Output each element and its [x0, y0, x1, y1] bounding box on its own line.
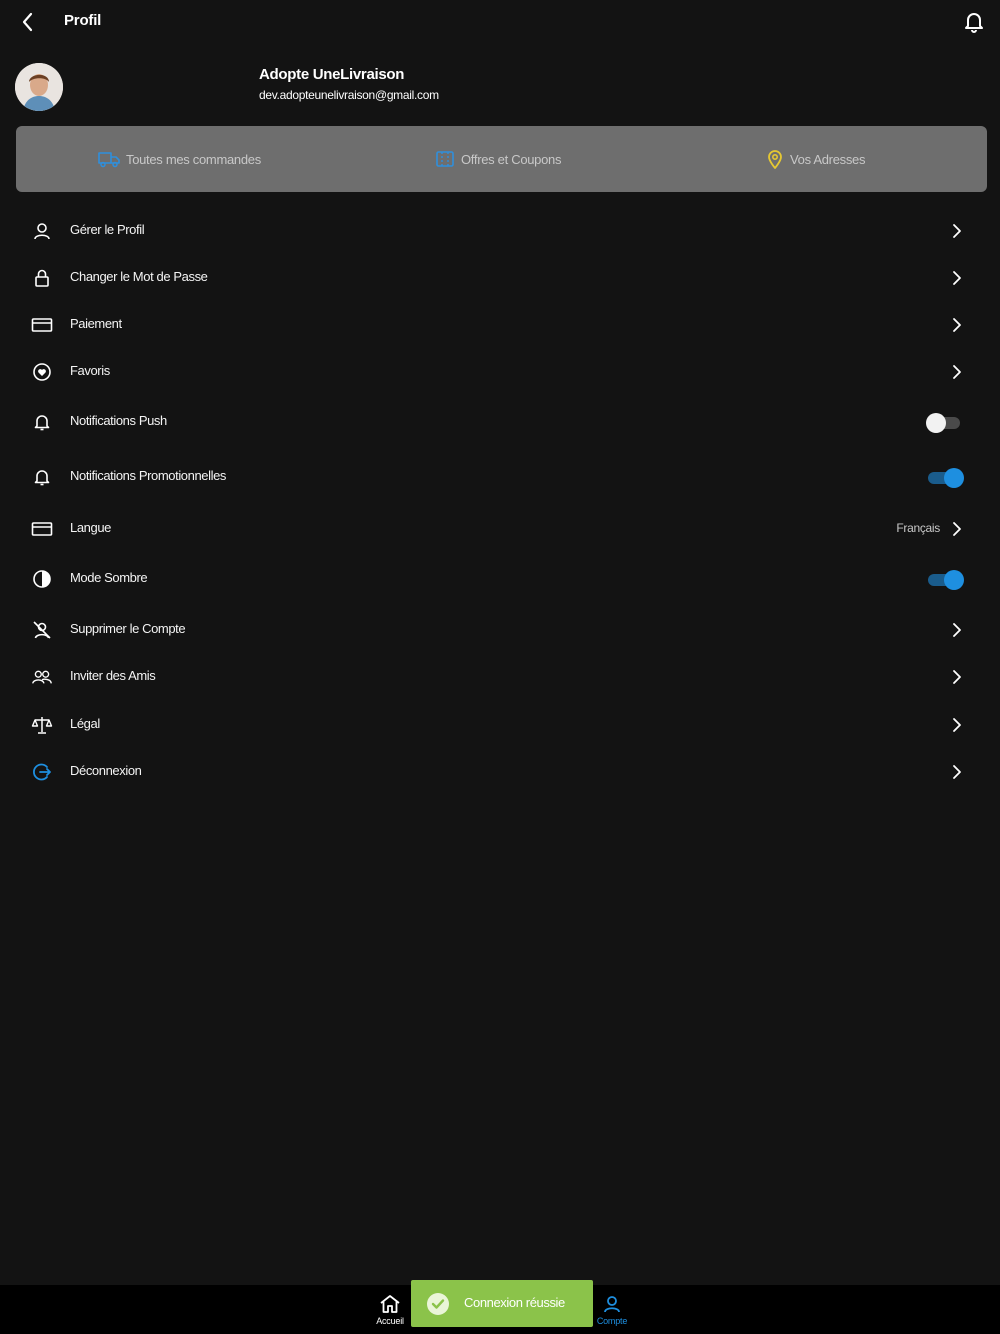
quick-action-coupons[interactable]: Offres et Coupons	[435, 126, 561, 192]
quick-action-addresses-label: Vos Adresses	[790, 151, 866, 167]
toggle-knob	[944, 570, 964, 590]
menu-item-change-password[interactable]: Changer le Mot de Passe	[0, 256, 1000, 300]
user-remove-icon	[31, 619, 53, 641]
coupon-icon	[436, 151, 454, 167]
chevron-right-icon	[948, 519, 966, 539]
chevron-left-icon	[22, 12, 33, 32]
chevron-right-icon	[948, 362, 966, 382]
chevron-right-icon	[948, 268, 966, 288]
bell-icon	[965, 13, 983, 33]
menu-item-language[interactable]: Langue Français	[0, 507, 1000, 551]
chevron-right-icon	[948, 762, 966, 782]
quick-action-coupons-label: Offres et Coupons	[461, 151, 562, 167]
menu-item-label: Langue	[70, 520, 111, 535]
credit-card-icon	[31, 314, 53, 336]
menu-item-legal[interactable]: Légal	[0, 703, 1000, 747]
language-card-icon	[31, 518, 53, 540]
chevron-right-icon	[948, 315, 966, 335]
menu-item-label: Notifications Push	[70, 413, 167, 428]
location-pin-icon	[768, 150, 782, 169]
quick-actions-bar: Toutes mes commandes Offres et Coupons V…	[16, 126, 987, 192]
toast-message: Connexion réussie	[464, 1295, 565, 1310]
menu-item-label: Mode Sombre	[70, 570, 148, 585]
bell-icon	[31, 466, 53, 488]
quick-action-orders[interactable]: Toutes mes commandes	[98, 126, 261, 192]
language-value: Français	[896, 521, 940, 535]
quick-action-addresses[interactable]: Vos Adresses	[766, 126, 865, 192]
delivery-truck-icon	[98, 152, 120, 168]
lock-icon	[31, 267, 53, 289]
menu-item-promo-notifications: Notifications Promotionnelles	[0, 455, 1000, 499]
dark-mode-toggle[interactable]	[924, 570, 964, 590]
menu-item-logout[interactable]: Déconnexion	[0, 750, 1000, 794]
menu-item-favorites[interactable]: Favoris	[0, 350, 1000, 394]
home-icon	[380, 1294, 400, 1313]
menu-item-delete-account[interactable]: Supprimer le Compte	[0, 608, 1000, 652]
nav-account[interactable]: Compte	[592, 1285, 632, 1334]
person-icon	[31, 220, 53, 242]
nav-home-label: Accueil	[376, 1315, 404, 1326]
user-photo-icon	[15, 63, 63, 111]
chevron-right-icon	[948, 715, 966, 735]
bell-icon	[31, 411, 53, 433]
toggle-knob	[926, 413, 946, 433]
check-circle-icon	[427, 1293, 449, 1315]
quick-action-orders-label: Toutes mes commandes	[126, 151, 261, 167]
menu-item-label: Gérer le Profil	[70, 222, 145, 237]
notifications-button[interactable]	[962, 9, 986, 35]
menu-item-label: Changer le Mot de Passe	[70, 269, 208, 284]
success-toast: Connexion réussie	[411, 1280, 593, 1327]
contrast-icon	[31, 568, 53, 590]
back-button[interactable]	[16, 8, 40, 36]
menu-item-label: Supprimer le Compte	[70, 621, 186, 636]
menu-item-label: Inviter des Amis	[70, 668, 156, 683]
promo-notifications-toggle[interactable]	[924, 468, 964, 488]
logout-icon	[31, 761, 53, 783]
avatar	[15, 63, 63, 111]
chevron-right-icon	[948, 620, 966, 640]
user-email: dev.adopteunelivraison@gmail.com	[259, 88, 439, 102]
chevron-right-icon	[948, 667, 966, 687]
menu-item-label: Déconnexion	[70, 763, 142, 778]
scales-icon	[31, 714, 53, 736]
menu-item-label: Paiement	[70, 316, 122, 331]
heart-circle-icon	[31, 361, 53, 383]
top-bar: Profil	[0, 0, 1000, 44]
toggle-knob	[944, 468, 964, 488]
page-title: Profil	[64, 12, 102, 29]
user-name: Adopte UneLivraison	[259, 66, 405, 83]
nav-home[interactable]: Accueil	[370, 1285, 410, 1334]
menu-item-label: Légal	[70, 716, 100, 731]
chevron-right-icon	[948, 221, 966, 241]
menu-item-push-notifications: Notifications Push	[0, 400, 1000, 444]
push-notifications-toggle[interactable]	[924, 413, 964, 433]
menu-item-dark-mode: Mode Sombre	[0, 557, 1000, 601]
menu-item-label: Favoris	[70, 363, 110, 378]
person-icon	[604, 1295, 620, 1312]
users-icon	[31, 666, 53, 688]
menu-item-label: Notifications Promotionnelles	[70, 468, 227, 483]
nav-account-label: Compte	[596, 1315, 628, 1326]
menu-item-manage-profile[interactable]: Gérer le Profil	[0, 209, 1000, 253]
menu-item-invite-friends[interactable]: Inviter des Amis	[0, 655, 1000, 699]
menu-item-payment[interactable]: Paiement	[0, 303, 1000, 347]
